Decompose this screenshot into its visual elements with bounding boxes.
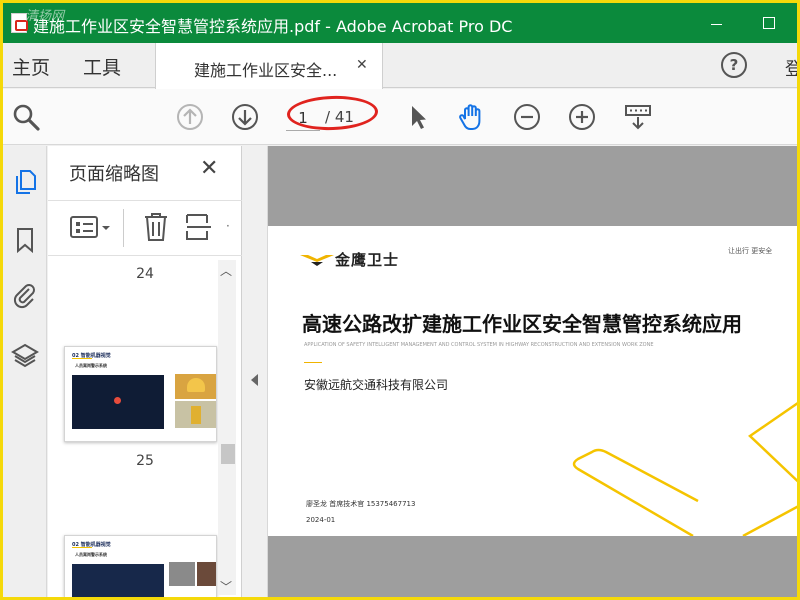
hand-tool-icon[interactable]: [457, 102, 487, 132]
zoom-out-icon[interactable]: [512, 102, 542, 132]
worker-shape: [191, 406, 201, 424]
scrolling-mode-icon[interactable]: [623, 102, 653, 132]
panel-toolbar: ·: [48, 200, 242, 256]
scroll-down-icon[interactable]: ﹀: [220, 578, 232, 595]
thumbnail-accent-line: [72, 358, 92, 359]
thumbnail-photo: [169, 562, 195, 586]
search-icon[interactable]: [11, 102, 41, 132]
extract-page-icon[interactable]: [184, 211, 214, 243]
thumbnail-photo-worker: [175, 401, 216, 428]
document-viewport[interactable]: 金鹰卫士 让出行 更安全 高速公路改扩建施工作业区安全智慧管控系统应用 APPL…: [268, 146, 797, 597]
page-thumbnails-icon[interactable]: [11, 168, 39, 196]
thumbnail-page-25[interactable]: 02 智能机器视觉 人员离岗警示系统: [64, 346, 217, 442]
thumbnail-photo: [197, 562, 216, 586]
thumbnail-subheader: 人员离岗警示系统: [75, 552, 107, 557]
window-title: 建施工作业区安全智慧管控系统应用.pdf - Adobe Acrobat Pro…: [33, 17, 513, 36]
zoom-in-icon[interactable]: [567, 102, 597, 132]
select-arrow-icon[interactable]: [403, 102, 433, 132]
pdf-page: 金鹰卫士 让出行 更安全 高速公路改扩建施工作业区安全智慧管控系统应用 APPL…: [268, 226, 797, 536]
thumbnail-options-icon[interactable]: [68, 213, 114, 243]
thumbnail-page-26[interactable]: 02 智能机器视觉 人员离岗警示系统: [64, 535, 217, 597]
slogan: 让出行 更安全: [728, 247, 773, 255]
thumbnail-dashboard-image: [72, 564, 164, 597]
title-bar: 清扬网 建施工作业区安全智慧管控系统应用.pdf - Adobe Acrobat…: [3, 3, 797, 43]
helmet-shape: [187, 378, 205, 392]
tab-document[interactable]: 建施工作业区安全... ✕: [155, 43, 383, 89]
tab-bar: 主页 工具 建施工作业区安全... ✕ ? 登: [3, 43, 800, 89]
delete-page-icon[interactable]: [142, 211, 170, 243]
toolbar-divider: [123, 209, 124, 247]
decorative-yellow-lines: [572, 402, 797, 536]
thumbnail-accent-line: [72, 547, 92, 548]
collapse-arrow-icon[interactable]: [251, 374, 258, 386]
thumbnail-subheader: 人员离岗警示系统: [75, 363, 107, 368]
english-title: APPLICATION OF SAFETY INTELLIGENT MANAGE…: [304, 342, 654, 348]
thumbnail-scrollbar[interactable]: ︿ ﹀: [218, 260, 236, 595]
maximize-button[interactable]: [749, 9, 789, 37]
tab-close-icon[interactable]: ✕: [356, 57, 368, 73]
attachment-icon[interactable]: [11, 282, 39, 310]
panel-collapse-strip[interactable]: [243, 146, 268, 597]
bookmark-icon[interactable]: [11, 226, 39, 254]
login-button[interactable]: 登: [785, 55, 800, 81]
tab-document-label: 建施工作业区安全...: [194, 61, 338, 80]
panel-title: 页面缩略图: [69, 164, 159, 185]
thumbnail-dashboard-image: [72, 375, 164, 429]
more-tools-icon[interactable]: ·: [226, 219, 230, 233]
toolbar: / 41: [3, 89, 797, 145]
thumbnail-page-number: 24: [136, 266, 154, 282]
company-logo-text: 金鹰卫士: [335, 251, 400, 269]
eagle-logo-icon: [300, 255, 334, 266]
previous-page-icon[interactable]: [175, 102, 205, 132]
company-name: 安徽远航交通科技有限公司: [304, 378, 449, 392]
accent-line: [304, 362, 322, 363]
next-page-icon[interactable]: [230, 102, 260, 132]
layers-icon[interactable]: [11, 342, 39, 370]
author-info: 廖圣龙 首席技术官 15375467713: [306, 500, 416, 508]
thumbnail-photo-helmet: [175, 374, 216, 399]
presentation-title: 高速公路改扩建施工作业区安全智慧管控系统应用: [302, 312, 742, 336]
page-thumbnails-panel: 页面缩略图 ✕ · 24 02 智能机器视觉 人员离岗警示系统 25 02 智能…: [48, 146, 242, 597]
tab-home[interactable]: 主页: [12, 53, 50, 80]
thumbnail-alert-dot: [114, 397, 121, 404]
minimize-button[interactable]: [697, 9, 737, 37]
scroll-up-icon[interactable]: ︿: [220, 262, 232, 279]
tab-tools[interactable]: 工具: [83, 53, 121, 80]
scrollbar-thumb[interactable]: [221, 444, 235, 464]
document-date: 2024-01: [306, 516, 336, 524]
help-icon[interactable]: ?: [721, 52, 747, 78]
panel-close-icon[interactable]: ✕: [200, 156, 218, 181]
thumbnail-page-number: 25: [136, 453, 154, 469]
left-navigation-rail: [3, 146, 47, 597]
